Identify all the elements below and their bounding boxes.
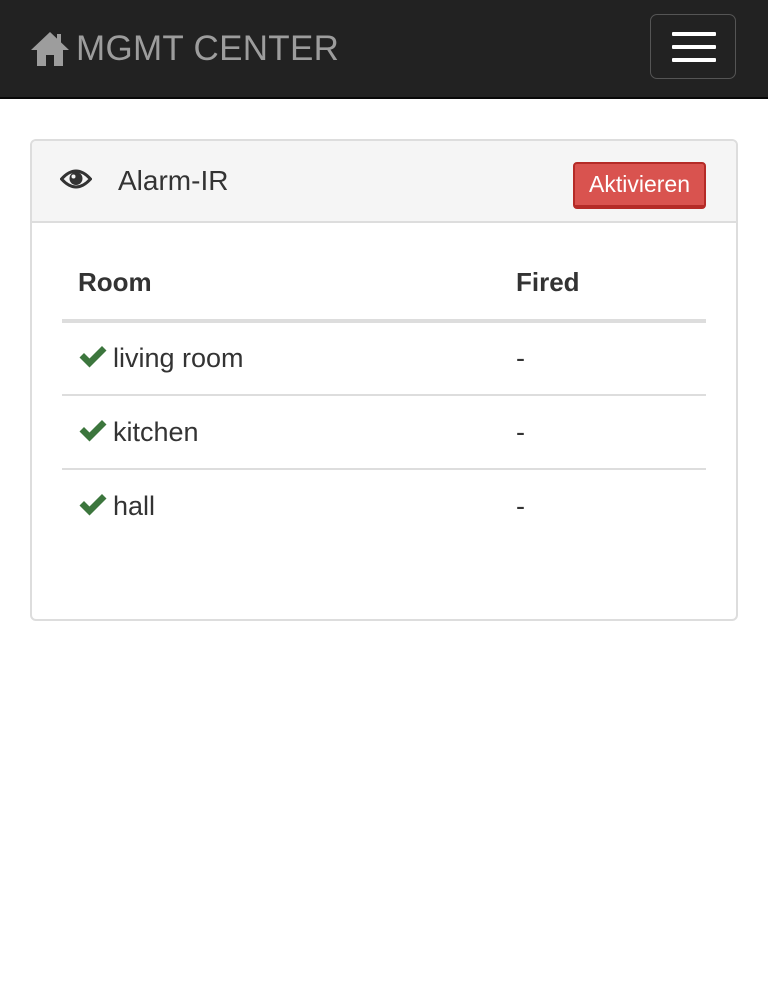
rooms-table: Room Fired living room - kitchen - hall … bbox=[62, 246, 706, 543]
check-icon bbox=[79, 494, 107, 516]
room-cell: hall bbox=[62, 468, 500, 543]
fired-cell: - bbox=[500, 468, 706, 543]
column-header-room: Room bbox=[62, 246, 500, 323]
navbar-toggle-button[interactable] bbox=[650, 14, 736, 79]
check-icon bbox=[79, 346, 107, 368]
panel-title: Alarm-IR bbox=[118, 165, 229, 196]
panel-heading: Alarm-IR Aktivieren bbox=[32, 141, 736, 223]
home-icon bbox=[31, 32, 69, 66]
fired-cell: - bbox=[516, 343, 525, 373]
column-header-fired: Fired bbox=[500, 246, 706, 323]
top-navbar: MGMT CENTER bbox=[0, 0, 768, 99]
table-header-row: Room Fired bbox=[62, 246, 706, 323]
room-cell: kitchen bbox=[62, 394, 500, 469]
fired-cell: - bbox=[500, 394, 706, 469]
eye-icon bbox=[60, 169, 92, 189]
room-name: hall bbox=[113, 491, 156, 521]
alarm-panel: Alarm-IR Aktivieren Room Fired living ro… bbox=[30, 139, 738, 621]
table-row: kitchen - bbox=[62, 394, 706, 469]
room-name: kitchen bbox=[113, 416, 199, 447]
brand-link[interactable]: MGMT CENTER bbox=[30, 28, 339, 70]
activate-button[interactable]: Aktivieren bbox=[573, 162, 706, 209]
brand-title: MGMT CENTER bbox=[76, 29, 340, 68]
check-icon bbox=[79, 419, 107, 441]
table-row: hall - bbox=[62, 468, 706, 543]
room-cell: living room bbox=[62, 321, 500, 395]
table-row: living room - bbox=[62, 321, 706, 395]
room-name: living room bbox=[113, 343, 244, 373]
